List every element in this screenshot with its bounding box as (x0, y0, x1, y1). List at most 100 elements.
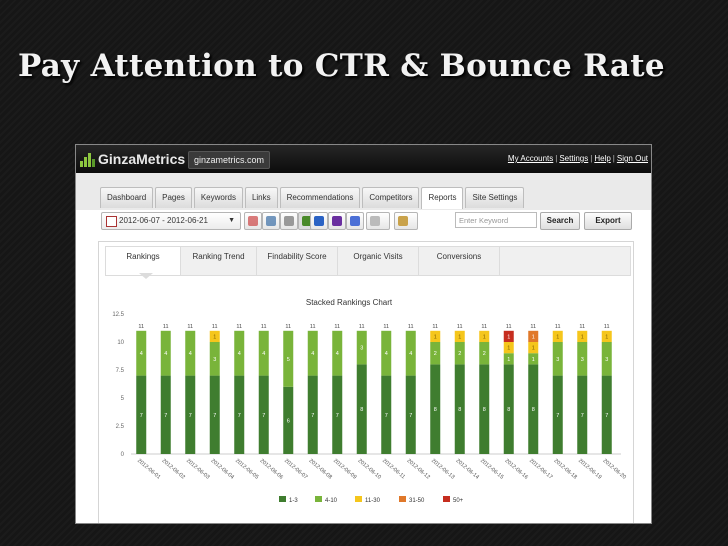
x-tick-label: 2012-06-14 (454, 458, 479, 481)
tab-pages[interactable]: Pages (155, 187, 192, 208)
segment-value-label: 7 (385, 413, 388, 419)
filter-dropdown[interactable] (366, 212, 390, 230)
segment-value-label: 4 (140, 351, 143, 357)
stacked-rankings-chart: Stacked Rankings Chart02.557.51012.57411… (112, 298, 627, 504)
segment-value-label: 1 (532, 346, 535, 352)
segment-value-label: 1 (507, 346, 510, 352)
segment-value-label: 1 (556, 334, 559, 340)
bar-total-label: 11 (457, 324, 463, 330)
segment-value-label: 4 (262, 351, 265, 357)
y-tick-label: 2.5 (116, 424, 125, 430)
export-label: Export (595, 216, 621, 225)
slide-title: Pay Attention to CTR & Bounce Rate (18, 48, 665, 84)
bar-total-label: 11 (555, 324, 561, 330)
tab-reports[interactable]: Reports (421, 187, 464, 209)
segment-value-label: 3 (360, 346, 363, 352)
separator: | (555, 154, 558, 163)
tab-keywords[interactable]: Keywords (193, 187, 243, 208)
segment-value-label: 4 (311, 351, 314, 357)
report-panel: Rankings Ranking Trend Findability Score… (98, 241, 634, 523)
app-logo[interactable]: GinzaMetrics (98, 151, 185, 167)
segment-value-label: 5 (287, 357, 290, 363)
x-tick-label: 2012-06-12 (405, 458, 430, 481)
segment-value-label: 6 (287, 418, 290, 424)
segment-value-label: 7 (164, 413, 167, 419)
segment-value-label: 7 (262, 413, 265, 419)
legend-label: 4-10 (325, 498, 338, 504)
bar-total-label: 11 (604, 324, 610, 330)
segment-value-label: 2 (434, 351, 437, 357)
tab-dashboard[interactable]: Dashboard (100, 187, 154, 208)
settings-link[interactable]: Settings (559, 154, 588, 163)
segment-value-label: 8 (507, 407, 510, 413)
legend-swatch (315, 496, 322, 502)
my-accounts-link[interactable]: My Accounts (508, 154, 553, 163)
app-screenshot: GinzaMetrics ginzametrics.com My Account… (75, 144, 652, 524)
segment-value-label: 1 (483, 334, 486, 340)
tab-links[interactable]: Links (244, 187, 278, 208)
x-tick-label: 2012-06-20 (601, 458, 626, 481)
bar-total-label: 11 (285, 324, 291, 330)
main-nav: Dashboard Pages Keywords Links Recommend… (76, 173, 651, 210)
legend-swatch (355, 496, 362, 502)
segment-value-label: 7 (336, 413, 339, 419)
legend-label: 31-50 (409, 498, 425, 504)
segment-value-label: 8 (458, 407, 461, 413)
bar-total-label: 11 (383, 324, 389, 330)
list-view-button[interactable] (280, 212, 298, 230)
grid-view-button[interactable] (262, 212, 280, 230)
sign-out-link[interactable]: Sign Out (617, 154, 648, 163)
segment-value-label: 7 (140, 413, 143, 419)
segment-value-label: 3 (605, 357, 608, 363)
baidu-engine-button[interactable] (346, 212, 364, 230)
x-tick-label: 2012-06-19 (577, 458, 602, 481)
ginzametrics-logo-icon (80, 151, 96, 167)
export-button[interactable]: Export (584, 212, 632, 230)
y-tick-label: 7.5 (116, 368, 125, 374)
site-selector[interactable]: ginzametrics.com (188, 151, 271, 169)
segment-value-label: 8 (360, 407, 363, 413)
segment-value-label: 1 (507, 334, 510, 340)
bar-total-label: 11 (579, 324, 585, 330)
tag-dropdown[interactable] (394, 212, 418, 230)
date-range-picker[interactable]: 2012-06-07 - 2012-06-21 ▼ (101, 212, 241, 230)
bar-total-label: 11 (163, 324, 169, 330)
segment-value-label: 3 (581, 357, 584, 363)
y-tick-label: 0 (121, 452, 125, 458)
bar-total-label: 11 (506, 324, 512, 330)
x-tick-label: 2012-06-13 (430, 458, 455, 481)
segment-value-label: 1 (434, 334, 437, 340)
bar-total-label: 11 (359, 324, 365, 330)
segment-value-label: 1 (507, 357, 510, 363)
calendar-icon (106, 216, 117, 227)
bar-total-label: 11 (236, 324, 242, 330)
segment-value-label: 8 (483, 407, 486, 413)
x-tick-label: 2012-06-04 (209, 458, 234, 481)
segment-value-label: 3 (213, 357, 216, 363)
x-tick-label: 2012-06-11 (381, 458, 406, 480)
legend-label: 50+ (453, 498, 464, 504)
chart-title: Stacked Rankings Chart (306, 298, 393, 307)
bar-total-label: 11 (408, 324, 414, 330)
search-button[interactable]: Search (540, 212, 580, 230)
bing-engine-button[interactable] (310, 212, 328, 230)
keyword-search-input[interactable]: Enter Keyword (455, 212, 537, 228)
segment-value-label: 7 (605, 413, 608, 419)
segment-value-label: 7 (189, 413, 192, 419)
segment-value-label: 7 (213, 413, 216, 419)
segment-value-label: 1 (605, 334, 608, 340)
segment-value-label: 1 (458, 334, 461, 340)
segment-value-label: 7 (409, 413, 412, 419)
tab-recommendations[interactable]: Recommendations (279, 187, 361, 208)
segment-value-label: 4 (336, 351, 339, 357)
x-tick-label: 2012-06-07 (283, 458, 308, 481)
table-view-button[interactable] (244, 212, 262, 230)
help-link[interactable]: Help (594, 154, 610, 163)
yahoo-engine-button[interactable] (328, 212, 346, 230)
segment-value-label: 2 (458, 351, 461, 357)
bar-total-label: 11 (212, 324, 218, 330)
segment-value-label: 1 (532, 334, 535, 340)
tab-competitors[interactable]: Competitors (362, 187, 420, 208)
tab-site-settings[interactable]: Site Settings (465, 187, 525, 208)
x-tick-label: 2012-06-17 (528, 458, 553, 481)
